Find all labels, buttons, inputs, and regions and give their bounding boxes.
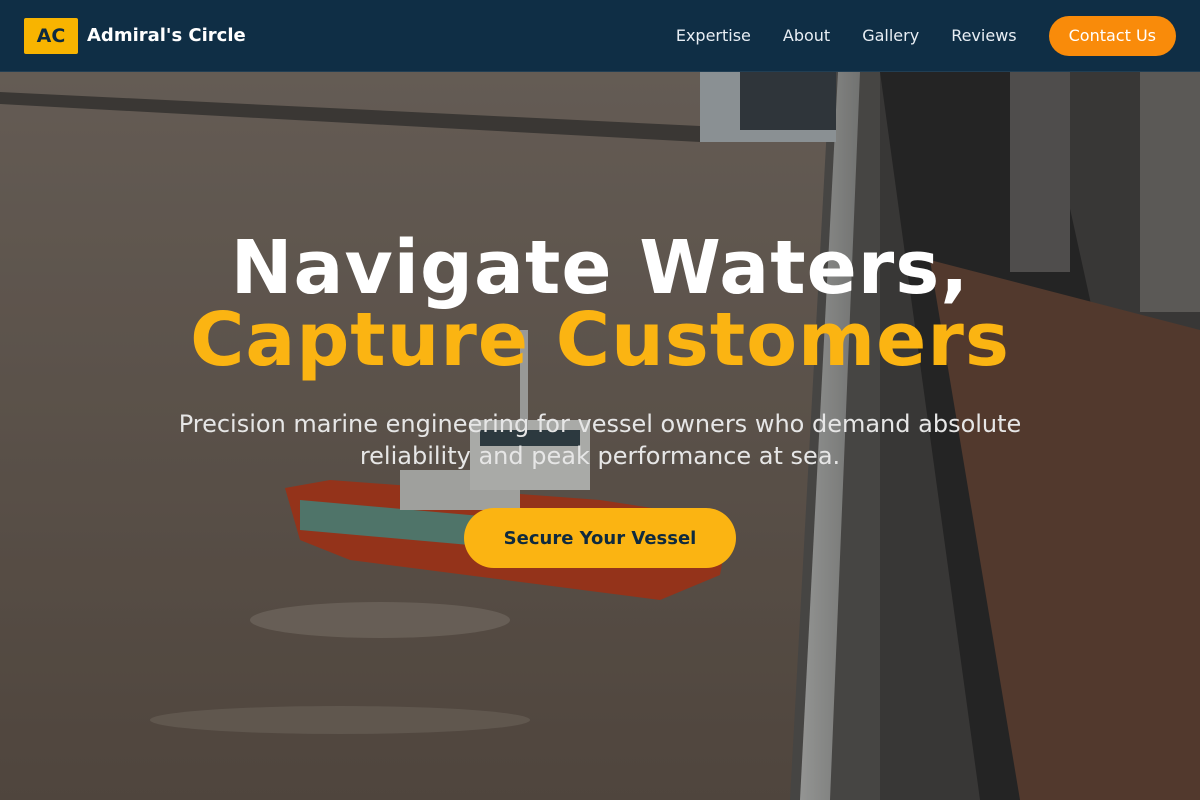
main-nav: Expertise About Gallery Reviews Contact … <box>676 15 1176 56</box>
nav-link-expertise[interactable]: Expertise <box>676 26 751 45</box>
secure-vessel-button[interactable]: Secure Your Vessel <box>464 508 736 568</box>
brand-name: Admiral's Circle <box>87 25 246 46</box>
headline-line-2: Capture Customers <box>190 297 1010 383</box>
brand-logo[interactable]: AC Admiral's Circle <box>24 17 246 54</box>
nav-link-reviews[interactable]: Reviews <box>951 26 1016 45</box>
nav-link-about[interactable]: About <box>783 26 830 45</box>
brand-badge: AC <box>24 17 78 54</box>
hero-headline: Navigate Waters, Capture Customers <box>0 225 1200 383</box>
site-header: AC Admiral's Circle Expertise About Gall… <box>0 0 1200 72</box>
hero-content: Navigate Waters, Capture Customers Preci… <box>0 225 1200 568</box>
nav-link-gallery[interactable]: Gallery <box>862 26 919 45</box>
headline-line-1: Navigate Waters, <box>230 225 970 311</box>
hero-subtitle: Precision marine engineering for vessel … <box>178 410 1022 470</box>
contact-us-button[interactable]: Contact Us <box>1048 15 1176 56</box>
